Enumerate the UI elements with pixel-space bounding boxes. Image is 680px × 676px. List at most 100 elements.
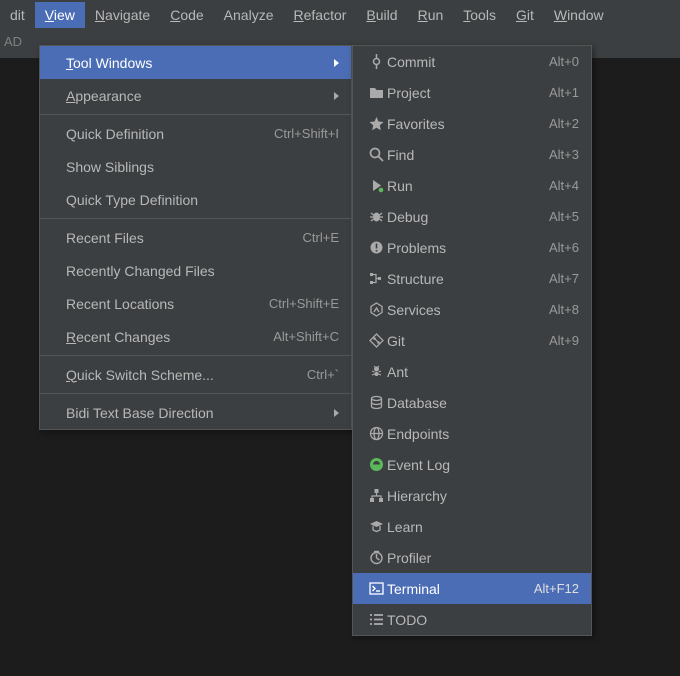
- menu-item-label: Quick Type Definition: [66, 192, 339, 208]
- menu-item-label: Find: [387, 147, 549, 163]
- menu-item-shortcut: Alt+1: [549, 85, 579, 100]
- menu-item-shortcut: Alt+Shift+C: [273, 329, 339, 344]
- search-icon: [365, 147, 387, 162]
- menu-item-shortcut: Alt+5: [549, 209, 579, 224]
- menu-item-label: Hierarchy: [387, 488, 579, 504]
- menu-item-label: TODO: [387, 612, 579, 628]
- menu-item-label: Profiler: [387, 550, 579, 566]
- menu-item-label: Recently Changed Files: [66, 263, 339, 279]
- terminal-icon: [365, 581, 387, 596]
- tool-window-item-git[interactable]: GitAlt+9: [353, 325, 591, 356]
- menu-item-quick-switch-scheme-[interactable]: Quick Switch Scheme...Ctrl+`: [40, 358, 351, 391]
- endpoints-icon: [365, 426, 387, 441]
- menu-item-shortcut: Ctrl+`: [307, 367, 339, 382]
- menubar-item-analyze[interactable]: Analyze: [214, 2, 284, 28]
- tool-window-item-endpoints[interactable]: Endpoints: [353, 418, 591, 449]
- menu-item-label: Debug: [387, 209, 549, 225]
- menubar-item-git[interactable]: Git: [506, 2, 544, 28]
- menu-item-label: Structure: [387, 271, 549, 287]
- menu-item-label: Recent Changes: [66, 329, 273, 345]
- bug-icon: [365, 209, 387, 224]
- menu-item-recent-files[interactable]: Recent FilesCtrl+E: [40, 221, 351, 254]
- commit-icon: [365, 54, 387, 69]
- menu-item-appearance[interactable]: Appearance: [40, 79, 351, 112]
- tool-window-item-commit[interactable]: CommitAlt+0: [353, 46, 591, 77]
- git-icon: [365, 333, 387, 348]
- problems-icon: [365, 240, 387, 255]
- menu-item-shortcut: Ctrl+E: [303, 230, 339, 245]
- menu-separator: [40, 355, 351, 356]
- tool-window-item-event-log[interactable]: Event Log: [353, 449, 591, 480]
- profiler-icon: [365, 550, 387, 565]
- menu-item-show-siblings[interactable]: Show Siblings: [40, 150, 351, 183]
- tool-window-item-run[interactable]: RunAlt+4: [353, 170, 591, 201]
- tool-window-item-services[interactable]: ServicesAlt+8: [353, 294, 591, 325]
- todo-icon: [365, 612, 387, 627]
- menubar-item-view[interactable]: View: [35, 2, 85, 28]
- menu-item-tool-windows[interactable]: Tool Windows: [40, 46, 351, 79]
- menu-item-shortcut: Alt+6: [549, 240, 579, 255]
- hierarchy-icon: [365, 488, 387, 503]
- menubar-item-window[interactable]: Window: [544, 2, 614, 28]
- tool-window-item-find[interactable]: FindAlt+3: [353, 139, 591, 170]
- services-icon: [365, 302, 387, 317]
- menu-item-label: Git: [387, 333, 549, 349]
- menubar-item-dit[interactable]: dit: [0, 2, 35, 28]
- menu-item-recently-changed-files[interactable]: Recently Changed Files: [40, 254, 351, 287]
- menubar-item-build[interactable]: Build: [356, 2, 407, 28]
- menu-item-recent-changes[interactable]: Recent ChangesAlt+Shift+C: [40, 320, 351, 353]
- tool-window-item-terminal[interactable]: TerminalAlt+F12: [353, 573, 591, 604]
- menu-item-shortcut: Ctrl+Shift+E: [269, 296, 339, 311]
- learn-icon: [365, 519, 387, 534]
- menu-item-label: Terminal: [387, 581, 534, 597]
- menu-item-label: Services: [387, 302, 549, 318]
- menu-item-label: Endpoints: [387, 426, 579, 442]
- tool-window-item-hierarchy[interactable]: Hierarchy: [353, 480, 591, 511]
- menu-item-recent-locations[interactable]: Recent LocationsCtrl+Shift+E: [40, 287, 351, 320]
- menu-item-label: Favorites: [387, 116, 549, 132]
- tool-window-item-favorites[interactable]: FavoritesAlt+2: [353, 108, 591, 139]
- menu-item-label: Database: [387, 395, 579, 411]
- menu-item-label: Appearance: [66, 88, 328, 104]
- menubar-item-code[interactable]: Code: [160, 2, 213, 28]
- menu-item-label: Quick Switch Scheme...: [66, 367, 307, 383]
- tool-window-item-learn[interactable]: Learn: [353, 511, 591, 542]
- tool-window-item-problems[interactable]: ProblemsAlt+6: [353, 232, 591, 263]
- submenu-arrow-icon: [334, 92, 339, 100]
- structure-icon: [365, 271, 387, 286]
- star-icon: [365, 116, 387, 131]
- tool-window-item-structure[interactable]: StructureAlt+7: [353, 263, 591, 294]
- menubar-item-run[interactable]: Run: [408, 2, 454, 28]
- menubar-item-tools[interactable]: Tools: [453, 2, 506, 28]
- menu-item-label: Tool Windows: [66, 55, 328, 71]
- folder-icon: [365, 85, 387, 100]
- menu-item-shortcut: Ctrl+Shift+I: [274, 126, 339, 141]
- menu-item-shortcut: Alt+F12: [534, 581, 579, 596]
- menu-item-label: Recent Files: [66, 230, 303, 246]
- database-icon: [365, 395, 387, 410]
- menu-item-quick-type-definition[interactable]: Quick Type Definition: [40, 183, 351, 216]
- menubar-item-navigate[interactable]: Navigate: [85, 2, 160, 28]
- tool-window-item-ant[interactable]: Ant: [353, 356, 591, 387]
- menu-item-shortcut: Alt+4: [549, 178, 579, 193]
- menubar-item-refactor[interactable]: Refactor: [283, 2, 356, 28]
- menu-item-quick-definition[interactable]: Quick DefinitionCtrl+Shift+I: [40, 117, 351, 150]
- secondary-bar-text: AD: [4, 34, 22, 49]
- menu-item-label: Project: [387, 85, 549, 101]
- tool-window-item-project[interactable]: ProjectAlt+1: [353, 77, 591, 108]
- menu-item-shortcut: Alt+3: [549, 147, 579, 162]
- submenu-arrow-icon: [334, 409, 339, 417]
- play-icon: [365, 178, 387, 193]
- ant-icon: [365, 364, 387, 379]
- menubar: ditViewNavigateCodeAnalyzeRefactorBuildR…: [0, 0, 680, 30]
- menu-item-bidi-text-base-direction[interactable]: Bidi Text Base Direction: [40, 396, 351, 429]
- tool-window-item-profiler[interactable]: Profiler: [353, 542, 591, 573]
- tool-window-item-database[interactable]: Database: [353, 387, 591, 418]
- menu-item-shortcut: Alt+0: [549, 54, 579, 69]
- tool-window-item-todo[interactable]: TODO: [353, 604, 591, 635]
- menu-item-shortcut: Alt+8: [549, 302, 579, 317]
- menu-item-shortcut: Alt+2: [549, 116, 579, 131]
- tool-window-item-debug[interactable]: DebugAlt+5: [353, 201, 591, 232]
- menu-separator: [40, 218, 351, 219]
- menu-separator: [40, 114, 351, 115]
